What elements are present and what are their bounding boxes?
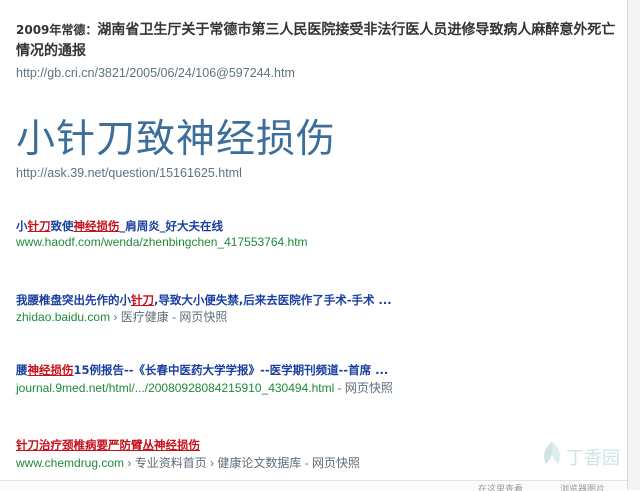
result-snapshot-link[interactable]: › 专业资料首页 › 健康论文数据库 - 网页快照: [127, 456, 360, 470]
news-title[interactable]: 2009年常德：湖南省卫生厅关于常德市第三人民医院接受非法行医人员进修导致病人麻…: [16, 20, 616, 62]
result-keyword: 针刀: [27, 219, 51, 233]
news-title-text: 湖南省卫生厅关于常德市第三人民医院接受非法行医人员进修导致病人麻醉意外死亡情况的…: [16, 22, 616, 59]
bottom-toolbar: 在这里查看 浏览器图片: [0, 480, 627, 491]
dxy-watermark: 丁香园: [540, 440, 620, 474]
result-title-text: 致使: [50, 219, 74, 233]
result-keyword: 神经损伤: [73, 219, 120, 233]
result-title-text: 腰: [16, 363, 28, 377]
result-url-text: zhidao.baidu.com: [16, 310, 111, 324]
result-url-4[interactable]: www.chemdrug.com › 专业资料首页 › 健康论文数据库 - 网页…: [16, 454, 360, 471]
result-title-text: 小: [16, 219, 28, 233]
watermark-text: 丁香园: [566, 448, 620, 469]
result-title-text: 我腰椎盘突出先作的小: [16, 293, 131, 307]
result-title-text: ,导致大小便失禁,后来去医院作了手术-手术 ...: [154, 293, 392, 307]
leaf-logo-icon: [544, 442, 560, 464]
result-keyword: 针刀: [131, 293, 154, 307]
result-title-2[interactable]: 我腰椎盘突出先作的小针刀,导致大小便失禁,后来去医院作了手术-手术 ...: [16, 292, 392, 308]
result-title-3[interactable]: 腰神经损伤15例报告--《长春中医药大学学报》--医学期刊频道--首席 ...: [16, 362, 388, 378]
result-title-1[interactable]: 小针刀致使神经损伤_肩周炎_好大夫在线: [16, 218, 223, 234]
news-title-prefix: 2009年常德：: [16, 23, 98, 37]
result-url-1[interactable]: www.haodf.com/wenda/zhenbingchen_4175537…: [16, 235, 308, 249]
result-url-3[interactable]: journal.9med.net/html/.../20080928084215…: [16, 379, 393, 396]
result-url-text: www.chemdrug.com: [16, 456, 125, 470]
page-title-url[interactable]: http://ask.39.net/question/15161625.html: [16, 166, 242, 180]
result-title-text: 15例报告--《长春中医药大学学报》--医学期刊频道--首席 ...: [73, 363, 389, 377]
result-title-text: _肩周炎_好大夫在线: [119, 219, 224, 233]
result-url-text: www.haodf.com/wenda/zhenbingchen_4175537…: [16, 235, 308, 249]
result-url-2[interactable]: zhidao.baidu.com › 医疗健康 - 网页快照: [16, 308, 227, 325]
result-snapshot-link[interactable]: › 医疗健康 - 网页快照: [113, 310, 227, 324]
scrollbar[interactable]: [628, 0, 640, 490]
result-snapshot-link[interactable]: - 网页快照: [338, 381, 393, 395]
result-keyword: 神经损伤: [27, 363, 74, 377]
result-url-text: journal.9med.net/html/.../20080928084215…: [16, 381, 335, 395]
page-title: 小针刀致神经损伤: [16, 117, 337, 162]
news-url[interactable]: http://gb.cri.cn/3821/2005/06/24/106@597…: [16, 66, 295, 80]
result-keyword: 针刀治疗颈椎病要严防臂丛神经损伤: [16, 438, 200, 452]
result-title-4[interactable]: 针刀治疗颈椎病要严防臂丛神经损伤: [16, 437, 200, 453]
